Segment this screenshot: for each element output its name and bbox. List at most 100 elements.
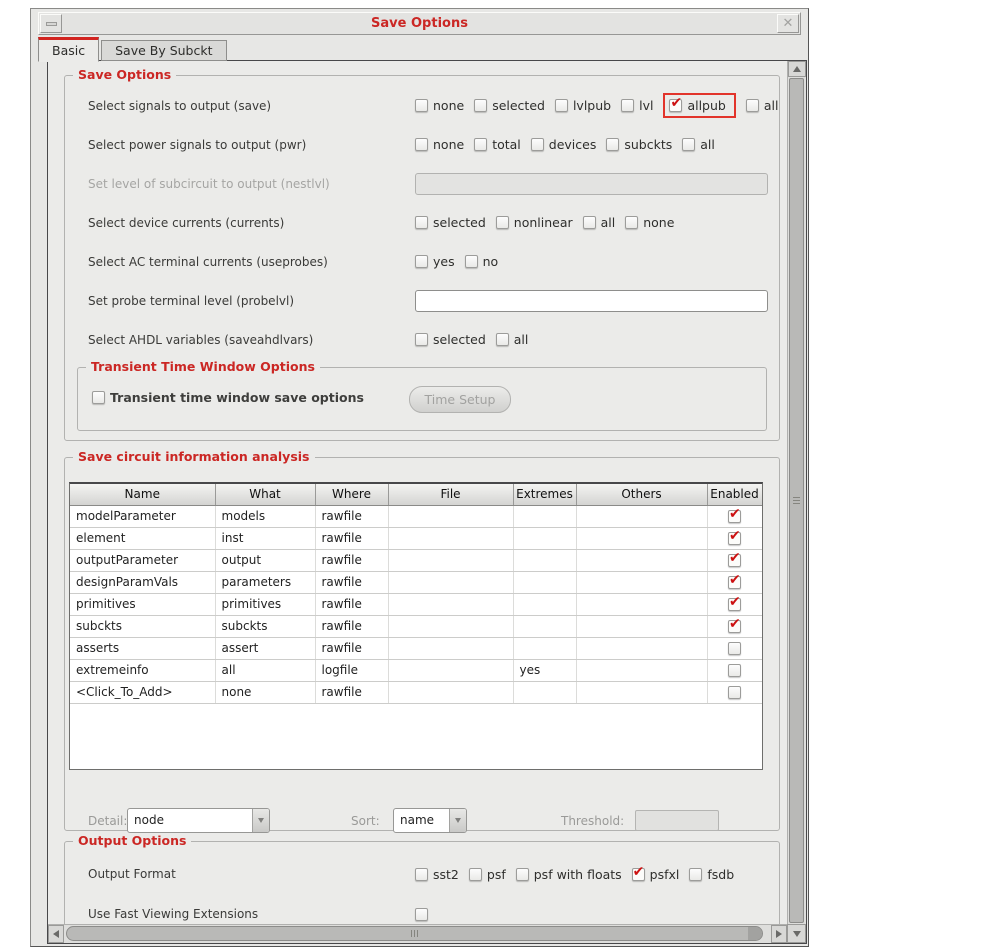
column-header-enabled[interactable]: Enabled bbox=[707, 484, 762, 506]
checkbox-save-all[interactable]: all bbox=[745, 98, 778, 113]
cell-where[interactable]: rawfile bbox=[315, 527, 389, 550]
nestlvl-input[interactable] bbox=[415, 172, 768, 195]
enabled-checkbox[interactable] bbox=[728, 572, 741, 589]
cell-others[interactable] bbox=[576, 505, 708, 528]
scroll-up-button[interactable] bbox=[788, 61, 806, 77]
column-header-file[interactable]: File bbox=[388, 484, 514, 506]
cell-extremes[interactable] bbox=[513, 505, 577, 528]
cell-name[interactable]: <Click_To_Add> bbox=[70, 681, 216, 704]
checkbox-currents-selected[interactable]: selected bbox=[415, 215, 486, 230]
cell-extremes[interactable] bbox=[513, 593, 577, 616]
cell-others[interactable] bbox=[576, 659, 708, 682]
checkbox-format-psf[interactable]: psf bbox=[468, 867, 506, 882]
cell-what[interactable]: assert bbox=[215, 637, 316, 660]
cell-file[interactable] bbox=[388, 615, 514, 638]
checkbox-save-selected[interactable]: selected bbox=[474, 98, 545, 113]
checkbox-useprobes-yes[interactable]: yes bbox=[415, 254, 455, 269]
cell-extremes[interactable] bbox=[513, 549, 577, 572]
cell-where[interactable]: logfile bbox=[315, 659, 389, 682]
scroll-down-button[interactable] bbox=[787, 924, 806, 943]
cell-name[interactable]: asserts bbox=[70, 637, 216, 660]
checkbox-fast-viewing[interactable] bbox=[415, 907, 428, 921]
enabled-checkbox[interactable] bbox=[728, 594, 741, 611]
checkbox-save-allpub[interactable]: allpub bbox=[669, 95, 726, 113]
enabled-checkbox[interactable] bbox=[728, 664, 741, 677]
cell-file[interactable] bbox=[388, 637, 514, 660]
detail-dropdown[interactable]: node bbox=[127, 808, 270, 833]
checkbox-currents-nonlinear[interactable]: nonlinear bbox=[495, 215, 573, 230]
tab-basic[interactable]: Basic bbox=[38, 37, 100, 62]
cell-file[interactable] bbox=[388, 571, 514, 594]
enabled-checkbox[interactable] bbox=[728, 528, 741, 545]
horizontal-scrollbar[interactable] bbox=[48, 924, 787, 943]
checkbox-currents-all[interactable]: all bbox=[582, 215, 615, 230]
cell-what[interactable]: output bbox=[215, 549, 316, 572]
cell-others[interactable] bbox=[576, 571, 708, 594]
checkbox-format-psfxl[interactable]: psfxl bbox=[631, 864, 679, 882]
cell-file[interactable] bbox=[388, 505, 514, 528]
column-header-others[interactable]: Others bbox=[576, 484, 708, 506]
cell-name[interactable]: designParamVals bbox=[70, 571, 216, 594]
checkbox-save-none[interactable]: none bbox=[415, 98, 464, 113]
cell-name[interactable]: subckts bbox=[70, 615, 216, 638]
cell-name[interactable]: element bbox=[70, 527, 216, 550]
cell-others[interactable] bbox=[576, 681, 708, 704]
enabled-checkbox[interactable] bbox=[728, 642, 741, 655]
cell-file[interactable] bbox=[388, 527, 514, 550]
cell-name[interactable]: primitives bbox=[70, 593, 216, 616]
cell-others[interactable] bbox=[576, 549, 708, 572]
cell-what[interactable]: subckts bbox=[215, 615, 316, 638]
column-header-name[interactable]: Name bbox=[70, 484, 216, 506]
window-menu-button[interactable] bbox=[40, 14, 62, 33]
cell-file[interactable] bbox=[388, 549, 514, 572]
cell-extremes[interactable] bbox=[513, 527, 577, 550]
cell-name[interactable]: extremeinfo bbox=[70, 659, 216, 682]
enabled-checkbox[interactable] bbox=[728, 550, 741, 567]
cell-where[interactable]: rawfile bbox=[315, 637, 389, 660]
cell-extremes[interactable]: yes bbox=[513, 659, 577, 682]
checkbox-pwr-subckts[interactable]: subckts bbox=[606, 137, 672, 152]
cell-what[interactable]: primitives bbox=[215, 593, 316, 616]
cell-where[interactable]: rawfile bbox=[315, 571, 389, 594]
column-header-where[interactable]: Where bbox=[315, 484, 389, 506]
time-setup-button[interactable]: Time Setup bbox=[409, 386, 511, 413]
checkbox-save-lvl[interactable]: lvl bbox=[621, 98, 653, 113]
enabled-checkbox[interactable] bbox=[728, 616, 741, 633]
cell-extremes[interactable] bbox=[513, 571, 577, 594]
cell-what[interactable]: all bbox=[215, 659, 316, 682]
cell-extremes[interactable] bbox=[513, 615, 577, 638]
cell-where[interactable]: rawfile bbox=[315, 549, 389, 572]
scroll-right-button[interactable] bbox=[771, 925, 787, 943]
cell-where[interactable]: rawfile bbox=[315, 505, 389, 528]
sort-dropdown[interactable]: name bbox=[393, 808, 467, 833]
vertical-scrollbar-thumb[interactable] bbox=[789, 78, 804, 923]
checkbox-useprobes-no[interactable]: no bbox=[464, 254, 498, 269]
probelvl-input[interactable] bbox=[415, 289, 768, 312]
cell-name[interactable]: outputParameter bbox=[70, 549, 216, 572]
scroll-left-button[interactable] bbox=[48, 925, 64, 943]
cell-name[interactable]: modelParameter bbox=[70, 505, 216, 528]
cell-others[interactable] bbox=[576, 527, 708, 550]
cell-extremes[interactable] bbox=[513, 637, 577, 660]
checkbox-format-fsdb[interactable]: fsdb bbox=[689, 867, 734, 882]
cell-what[interactable]: models bbox=[215, 505, 316, 528]
checkbox-currents-none[interactable]: none bbox=[625, 215, 674, 230]
horizontal-scrollbar-thumb[interactable] bbox=[66, 926, 763, 941]
checkbox-pwr-total[interactable]: total bbox=[474, 137, 521, 152]
cell-where[interactable]: rawfile bbox=[315, 615, 389, 638]
checkbox-save-lvlpub[interactable]: lvlpub bbox=[554, 98, 611, 113]
cell-where[interactable]: rawfile bbox=[315, 681, 389, 704]
cell-where[interactable]: rawfile bbox=[315, 593, 389, 616]
checkbox-transient-save-options[interactable]: Transient time window save options bbox=[92, 390, 364, 405]
cell-what[interactable]: parameters bbox=[215, 571, 316, 594]
enabled-checkbox[interactable] bbox=[728, 686, 741, 699]
cell-others[interactable] bbox=[576, 637, 708, 660]
column-header-extremes[interactable]: Extremes bbox=[513, 484, 577, 506]
title-bar[interactable]: Save Options ✕ bbox=[38, 12, 801, 35]
checkbox-ahdl-all[interactable]: all bbox=[495, 332, 528, 347]
cell-file[interactable] bbox=[388, 659, 514, 682]
close-button[interactable]: ✕ bbox=[777, 14, 799, 33]
cell-what[interactable]: none bbox=[215, 681, 316, 704]
enabled-checkbox[interactable] bbox=[728, 506, 741, 523]
tab-save-by-subckt[interactable]: Save By Subckt bbox=[101, 40, 227, 61]
